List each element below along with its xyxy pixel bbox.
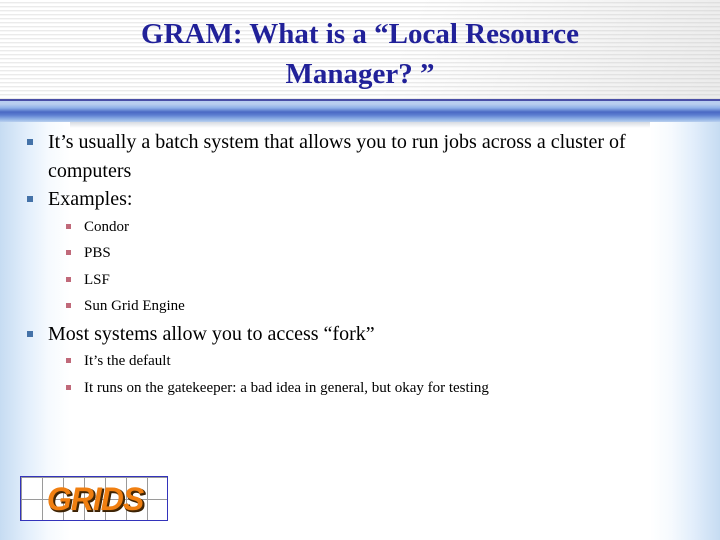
- bullet-marker-icon: [66, 358, 71, 363]
- bullet-text: Examples:: [48, 188, 133, 210]
- grids-logo: GRIDS: [20, 476, 168, 521]
- bullet-level2: Sun Grid Engine: [0, 293, 720, 320]
- bullet-marker-icon: [66, 250, 71, 255]
- bullet-text: Most systems allow you to access “fork”: [48, 322, 375, 345]
- bullet-text: PBS: [84, 245, 111, 261]
- sub-bullet-group: It’s the default It runs on the gatekeep…: [0, 348, 720, 401]
- bullet-level2: Condor: [0, 214, 720, 241]
- bullet-marker-icon: [66, 276, 71, 282]
- slide-canvas: GRAM: What is a “Local Resource Manager?…: [0, 0, 720, 540]
- sub-bullet-list: Condor PBS LSF Sun Grid Engine: [0, 214, 720, 320]
- grids-logo-text: GRIDS: [46, 481, 144, 517]
- bullet-level2: It’s the default: [0, 348, 720, 375]
- bullet-marker-icon: [66, 303, 71, 308]
- slide-body: It’s usually a batch system that allows …: [0, 128, 720, 458]
- bullet-level2: LSF: [0, 267, 720, 294]
- bullet-text: It’s usually a batch system that allows …: [48, 131, 626, 182]
- sub-bullet-group: Condor PBS LSF Sun Grid Engine: [0, 214, 720, 320]
- title-band: GRAM: What is a “Local Resource Manager?…: [0, 0, 720, 99]
- bullet-marker-icon: [27, 139, 33, 145]
- bullet-marker-icon: [66, 223, 71, 229]
- bullet-text: Condor: [84, 218, 129, 235]
- sub-bullet-list: It’s the default It runs on the gatekeep…: [0, 348, 720, 401]
- bullet-level2: PBS: [0, 240, 720, 267]
- bullet-marker-icon: [27, 196, 33, 202]
- bullet-level1: Examples:: [0, 185, 720, 214]
- bullet-text: It’s the default: [84, 353, 171, 369]
- bullet-text: LSF: [84, 271, 110, 288]
- bullet-list: It’s usually a batch system that allows …: [0, 128, 720, 401]
- bullet-level2: It runs on the gatekeeper: a bad idea in…: [0, 375, 720, 402]
- bullet-text: Sun Grid Engine: [84, 298, 185, 314]
- bullet-text: It runs on the gatekeeper: a bad idea in…: [84, 379, 489, 396]
- page-title: GRAM: What is a “Local Resource Manager?…: [141, 18, 579, 90]
- bullet-level1: It’s usually a batch system that allows …: [0, 128, 720, 185]
- bullet-marker-icon: [27, 330, 33, 337]
- bullet-marker-icon: [66, 384, 71, 390]
- title-divider-bar: [0, 99, 720, 122]
- bullet-level1: Most systems allow you to access “fork”: [0, 320, 720, 349]
